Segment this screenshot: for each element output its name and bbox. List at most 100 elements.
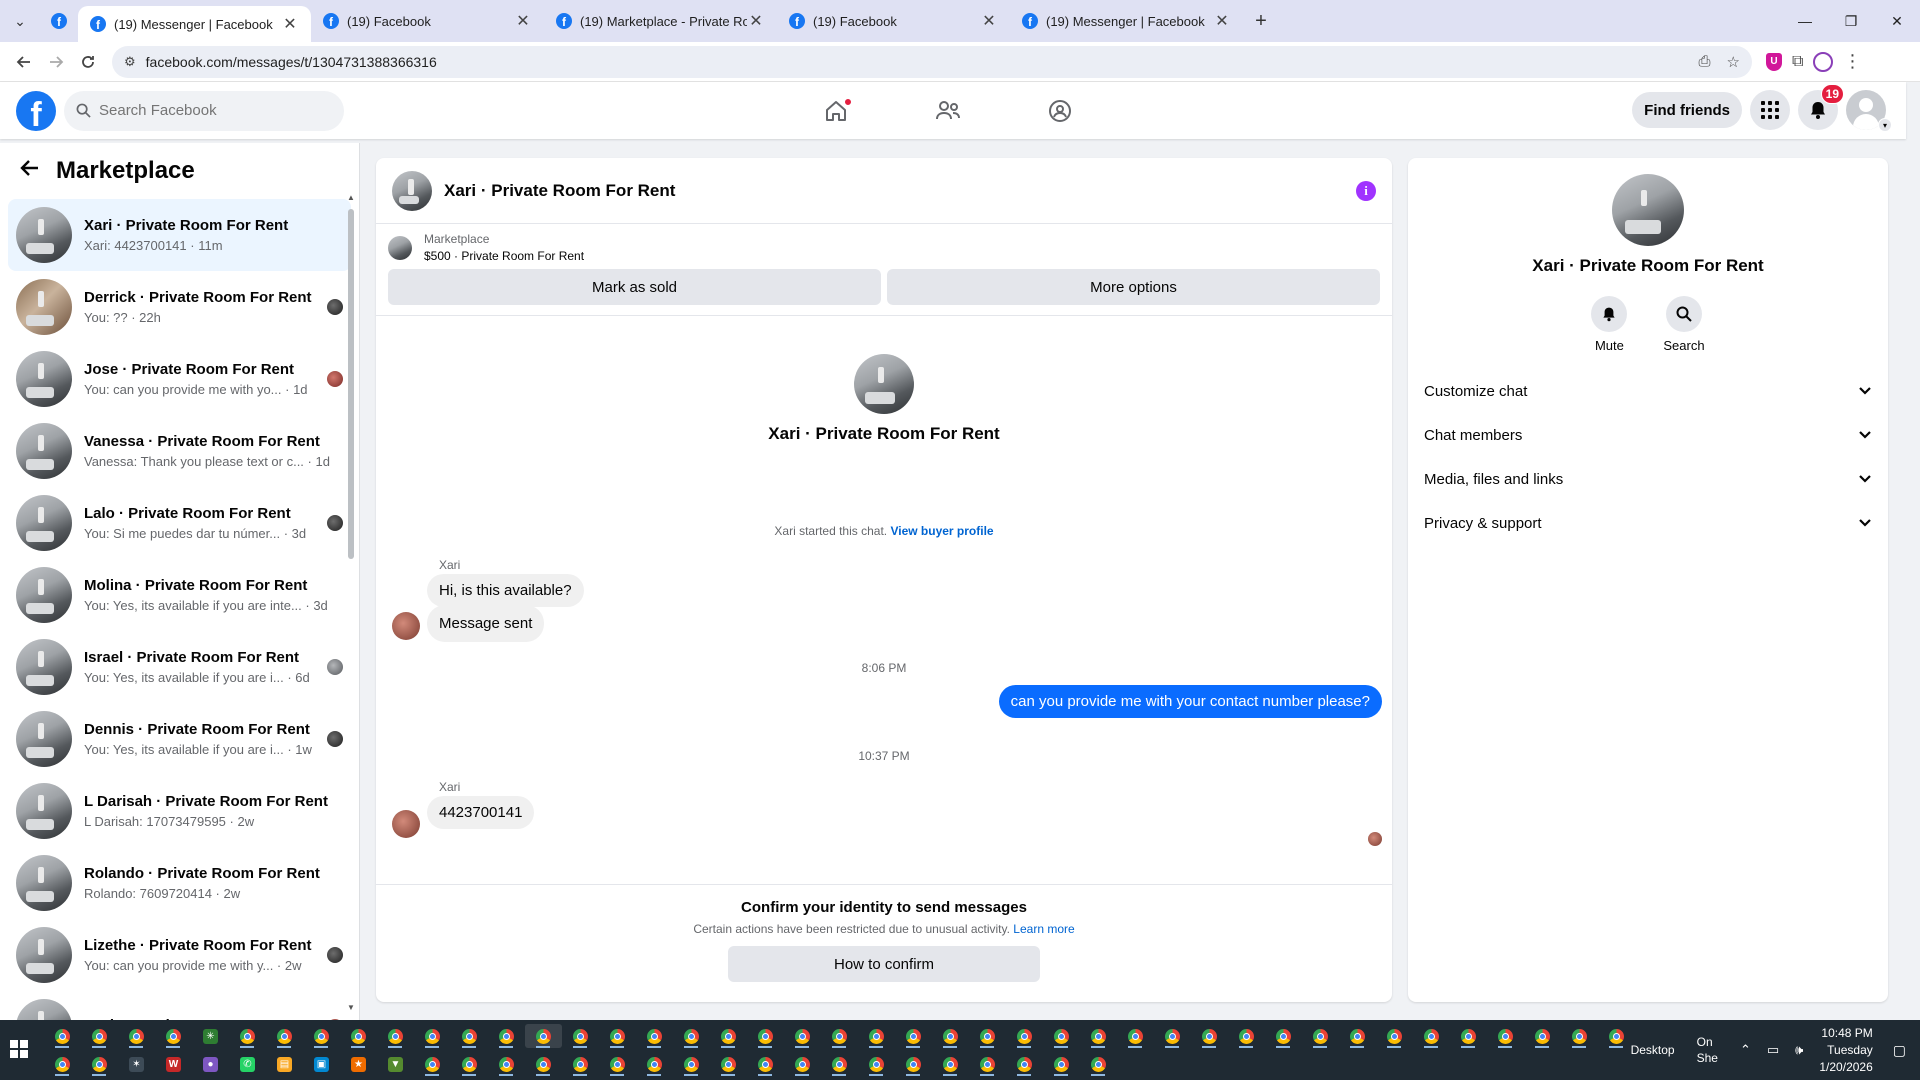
taskbar-chrome-window[interactable] xyxy=(266,1024,303,1048)
taskbar-chrome-window[interactable] xyxy=(710,1024,747,1048)
tab-search-chevron-icon[interactable]: ⌄ xyxy=(0,0,40,42)
url-text[interactable]: facebook.com/messages/t/1304731388366316 xyxy=(146,54,1683,70)
chat-list-item[interactable]: L Darisah · Private Room For Rent L Daris… xyxy=(8,775,351,847)
browser-menu-icon[interactable]: ⋮ xyxy=(1843,51,1861,72)
nav-tab-home[interactable] xyxy=(780,82,892,139)
chat-list-item[interactable]: Rolando · Private Room For Rent Rolando: … xyxy=(8,847,351,919)
taskbar-chrome-window[interactable] xyxy=(377,1024,414,1048)
chat-list-scrollbar[interactable]: ▲ ▼ xyxy=(347,193,355,1013)
taskbar-chrome-window[interactable] xyxy=(858,1024,895,1048)
ublock-extension-icon[interactable]: U xyxy=(1766,52,1782,71)
taskbar-app-icon[interactable]: ★ xyxy=(340,1052,377,1076)
chat-list-item[interactable]: Jose · Private Room For Rent You: can you… xyxy=(8,343,351,415)
taskbar-chrome-window[interactable] xyxy=(81,1024,118,1048)
volume-icon[interactable]: 🕪 xyxy=(1795,1042,1803,1058)
taskbar-chrome-window[interactable] xyxy=(1228,1024,1265,1048)
show-hidden-icons-chevron-icon[interactable]: ⌃ xyxy=(1740,1042,1751,1058)
new-tab-button[interactable]: + xyxy=(1243,10,1279,33)
taskbar-chrome-window[interactable] xyxy=(1524,1024,1561,1048)
pinned-tab-facebook[interactable]: f xyxy=(40,0,78,42)
taskbar-chrome-window[interactable] xyxy=(636,1052,673,1076)
file-explorer-icon[interactable]: ▤ xyxy=(266,1052,303,1076)
browser-tab[interactable]: f (19) Marketplace - Private Room✕ xyxy=(544,0,777,42)
how-to-confirm-button[interactable]: How to confirm xyxy=(728,946,1040,982)
browser-tab[interactable]: f (19) Messenger | Facebook ✕ xyxy=(78,6,311,42)
sender-avatar[interactable] xyxy=(392,612,420,640)
browser-profile-icon[interactable] xyxy=(1813,51,1834,72)
scrollbar-thumb[interactable] xyxy=(348,209,354,559)
weather-widget[interactable]: On She xyxy=(1697,1034,1718,1066)
search-in-chat-button[interactable]: Search xyxy=(1663,296,1705,353)
taskbar-chrome-window[interactable] xyxy=(673,1024,710,1048)
taskbar-chrome-window[interactable] xyxy=(969,1052,1006,1076)
menu-button[interactable] xyxy=(1750,90,1790,130)
taskbar-chrome-window[interactable] xyxy=(1080,1024,1117,1048)
browser-tab[interactable]: f (19) Messenger | Facebook ✕ xyxy=(1010,0,1243,42)
view-buyer-profile-link[interactable]: View buyer profile xyxy=(890,524,993,538)
nav-tab-friends[interactable] xyxy=(892,82,1004,139)
bookmark-star-icon[interactable]: ☆ xyxy=(1727,53,1740,71)
close-tab-icon[interactable]: ✕ xyxy=(980,11,998,31)
taskbar-chrome-window[interactable] xyxy=(932,1024,969,1048)
incoming-message-bubble[interactable]: Hi, is this available? xyxy=(427,574,584,607)
taskbar-chrome-window[interactable] xyxy=(821,1052,858,1076)
taskbar-chrome-window[interactable] xyxy=(414,1024,451,1048)
chat-list-item[interactable]: Joshua · Private Room For Rent xyxy=(8,991,351,1020)
chat-info-section[interactable]: Chat members xyxy=(1416,413,1880,457)
taskbar-chrome-window[interactable] xyxy=(155,1024,192,1048)
incoming-message-bubble[interactable]: 4423700141 xyxy=(427,796,535,829)
taskbar-chrome-window[interactable] xyxy=(81,1052,118,1076)
taskbar-app-icon[interactable]: ▼ xyxy=(377,1052,414,1076)
close-tab-icon[interactable]: ✕ xyxy=(1213,11,1231,31)
taskbar-chrome-window[interactable] xyxy=(1154,1024,1191,1048)
taskbar-chrome-window[interactable] xyxy=(1561,1024,1598,1048)
conversation-avatar[interactable] xyxy=(392,170,432,211)
taskbar-chrome-window[interactable] xyxy=(1265,1024,1302,1048)
taskbar-chrome-window[interactable] xyxy=(44,1024,81,1048)
taskbar-chrome-window[interactable] xyxy=(414,1052,451,1076)
taskbar-chrome-window[interactable] xyxy=(525,1052,562,1076)
taskbar-chrome-window[interactable] xyxy=(747,1024,784,1048)
taskbar-chrome-window[interactable] xyxy=(1598,1024,1635,1048)
restore-icon[interactable]: ❐ xyxy=(1828,0,1874,42)
nav-tab-groups[interactable] xyxy=(1004,82,1116,139)
close-tab-icon[interactable]: ✕ xyxy=(747,11,765,31)
conversation-title[interactable]: Xari · Private Room For Rent xyxy=(444,181,675,201)
outgoing-message-bubble[interactable]: can you provide me with your contact num… xyxy=(998,685,1382,718)
windows-start-icon[interactable] xyxy=(10,1040,28,1058)
scroll-down-icon[interactable]: ▼ xyxy=(347,1003,355,1013)
browser-tab[interactable]: f (19) Facebook ✕ xyxy=(777,0,1010,42)
chat-list-item[interactable]: Derrick · Private Room For Rent You: ?? ·… xyxy=(8,271,351,343)
taskbar-chrome-window[interactable] xyxy=(488,1024,525,1048)
desktop-toolbar-label[interactable]: Desktop xyxy=(1631,1043,1675,1057)
reload-button[interactable] xyxy=(72,46,104,78)
browser-tab[interactable]: f (19) Facebook ✕ xyxy=(311,0,544,42)
find-friends-button[interactable]: Find friends xyxy=(1632,92,1742,128)
close-tab-icon[interactable]: ✕ xyxy=(281,14,299,34)
taskbar-chrome-window[interactable] xyxy=(710,1052,747,1076)
minimize-icon[interactable]: — xyxy=(1782,0,1828,42)
taskbar-chrome-window[interactable] xyxy=(784,1024,821,1048)
taskbar-chrome-window[interactable] xyxy=(1006,1052,1043,1076)
back-button[interactable] xyxy=(8,46,40,78)
taskbar-chrome-window[interactable] xyxy=(1043,1024,1080,1048)
taskbar-chrome-window[interactable] xyxy=(858,1052,895,1076)
taskbar-app-icon[interactable]: W xyxy=(155,1052,192,1076)
facebook-search-input[interactable] xyxy=(99,102,299,119)
chat-list-item[interactable]: Israel · Private Room For Rent You: Yes, … xyxy=(8,631,351,703)
back-arrow-icon[interactable] xyxy=(20,158,40,184)
address-bar[interactable]: ⚙ facebook.com/messages/t/13047313883663… xyxy=(112,45,1752,78)
taskbar-chrome-window[interactable] xyxy=(488,1052,525,1076)
sender-avatar[interactable] xyxy=(392,810,420,838)
chat-list-item[interactable]: Xari · Private Room For Rent Xari: 442370… xyxy=(8,199,351,271)
taskbar-chrome-window[interactable] xyxy=(118,1024,155,1048)
notifications-button[interactable]: 19 xyxy=(1798,84,1844,130)
taskbar-chrome-window[interactable] xyxy=(969,1024,1006,1048)
taskbar-chrome-window[interactable] xyxy=(1339,1024,1376,1048)
chat-list-item[interactable]: Lalo · Private Room For Rent You: Si me p… xyxy=(8,487,351,559)
close-window-icon[interactable]: ✕ xyxy=(1874,0,1920,42)
mute-button[interactable]: Mute xyxy=(1591,296,1628,353)
taskbar-chrome-window[interactable] xyxy=(1117,1024,1154,1048)
taskbar-chrome-window[interactable] xyxy=(895,1024,932,1048)
learn-more-link[interactable]: Learn more xyxy=(1013,922,1074,936)
